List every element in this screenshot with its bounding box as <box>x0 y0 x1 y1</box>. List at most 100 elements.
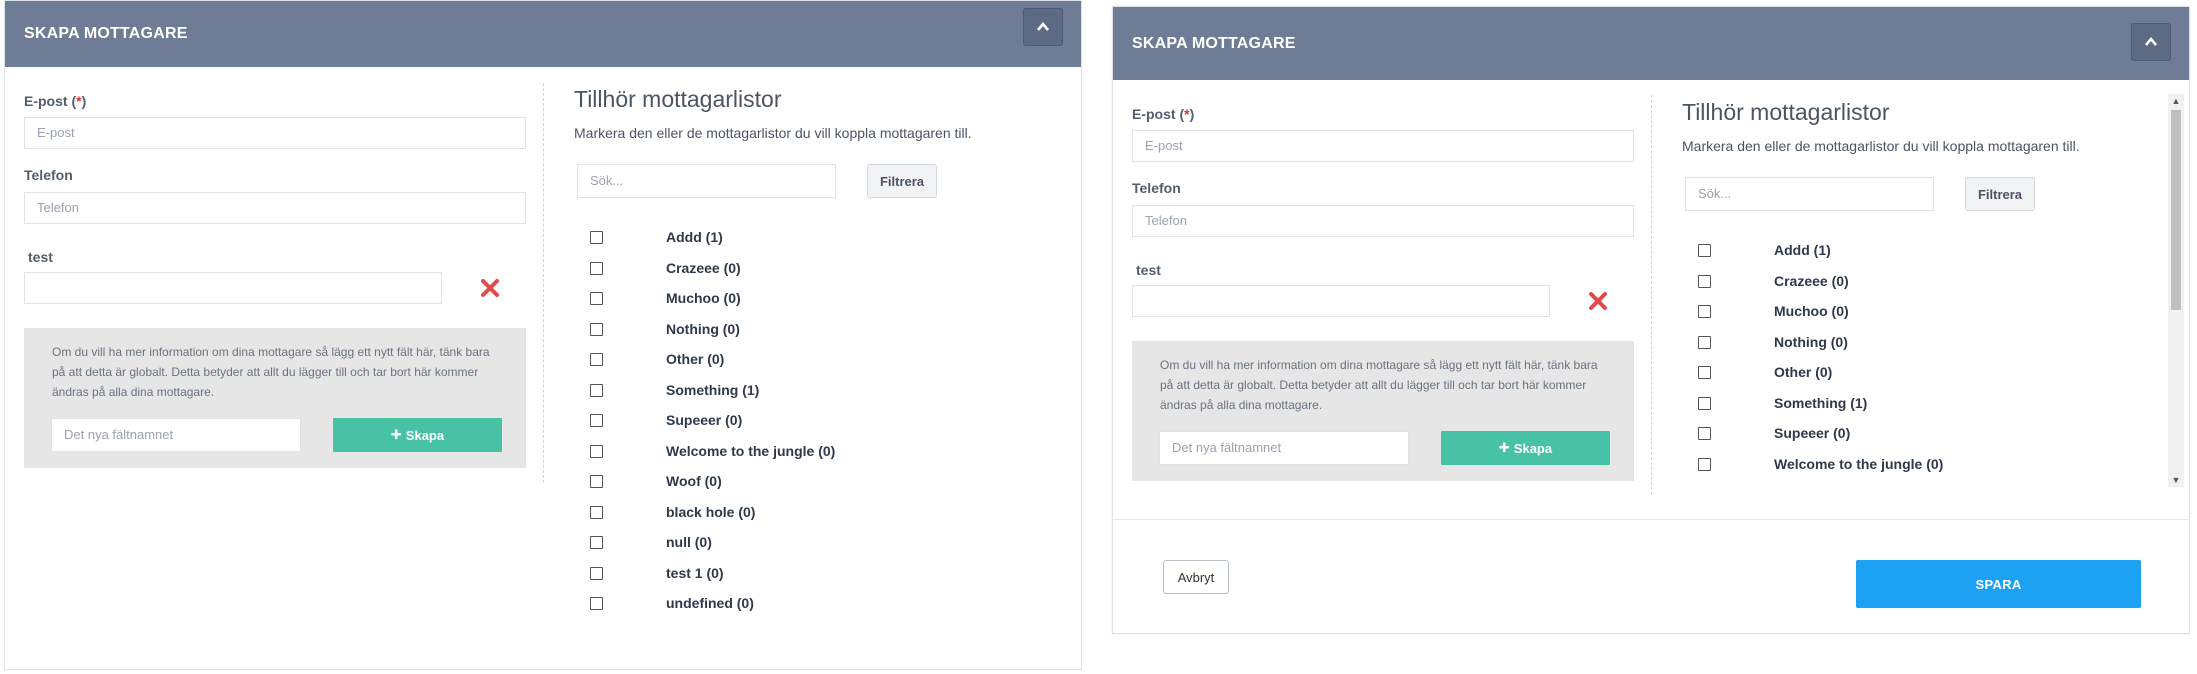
plus-icon: ✚ <box>1498 440 1510 455</box>
list-checkbox[interactable] <box>1698 396 1711 410</box>
list-checkbox[interactable] <box>590 444 603 458</box>
scroll-thumb[interactable] <box>2171 110 2181 310</box>
info-text: Om du vill ha mer information om dina mo… <box>1160 358 1598 412</box>
list-item[interactable]: Nothing (0) <box>590 320 990 351</box>
list-label: Crazeee (0) <box>666 259 741 276</box>
scrollbar[interactable]: ▲ ▼ <box>2168 94 2184 487</box>
email-label: E-post (*) <box>24 93 87 109</box>
list-item[interactable]: Other (0) <box>1698 363 2098 394</box>
search-input[interactable]: Sök... <box>1685 177 1934 211</box>
cancel-button[interactable]: Avbryt <box>1163 560 1229 594</box>
list-checkbox[interactable] <box>1698 366 1711 379</box>
list-checkbox[interactable] <box>590 475 603 488</box>
chevron-up-icon <box>2145 36 2157 46</box>
list-label: Welcome to the jungle (0) <box>666 442 836 459</box>
filter-button[interactable]: Filtrera <box>867 164 937 198</box>
list-checkbox[interactable] <box>590 566 603 580</box>
list-item[interactable]: null (0) <box>590 533 990 564</box>
list-checkbox[interactable] <box>590 536 603 549</box>
phone-field[interactable]: Telefon <box>1132 205 1634 237</box>
lists-subtitle: Markera den eller de mottagarlistor du v… <box>574 125 972 141</box>
list-item[interactable]: test 1 (0) <box>590 564 990 595</box>
panel-header: SKAPA MOTTAGARE <box>5 1 1081 67</box>
list-checkbox[interactable] <box>1698 335 1711 349</box>
list-item[interactable]: Woof (0) <box>590 472 990 503</box>
lists-title: Tillhör mottagarlistor <box>1682 99 1890 125</box>
filter-button[interactable]: Filtrera <box>1965 177 2035 211</box>
list-label: Crazeee (0) <box>1774 272 1849 289</box>
create-recipient-panel: SKAPA MOTTAGARE E-post (*) E-post Telefo… <box>4 0 1082 670</box>
recipient-lists: Addd (1) Crazeee (0) Muchoo (0) Nothing (0)… <box>1698 241 2098 485</box>
list-item[interactable]: Welcome to the jungle (0) <box>590 442 990 473</box>
list-checkbox[interactable] <box>590 353 603 366</box>
custom-field-label: test <box>28 249 53 265</box>
list-checkbox[interactable] <box>590 292 603 305</box>
collapse-button[interactable] <box>1023 8 1063 46</box>
list-label: Nothing (0) <box>1774 333 1848 350</box>
lists-title: Tillhör mottagarlistor <box>574 86 782 112</box>
list-label: Muchoo (0) <box>666 290 741 306</box>
create-field-button[interactable]: ✚ Skapa <box>1441 431 1610 465</box>
list-label: null (0) <box>666 534 712 550</box>
column-divider <box>543 83 544 483</box>
delete-field-icon[interactable] <box>479 277 501 299</box>
footer-divider <box>1113 519 2189 520</box>
delete-field-icon[interactable] <box>1587 290 1609 312</box>
list-label: test 1 (0) <box>666 564 724 581</box>
list-checkbox[interactable] <box>590 505 603 519</box>
list-item[interactable]: Crazeee (0) <box>590 259 990 290</box>
list-label: Something (1) <box>666 381 760 398</box>
save-button[interactable]: SPARA <box>1856 560 2141 608</box>
list-item[interactable]: Nothing (0) <box>1698 333 2098 364</box>
list-item[interactable]: Addd (1) <box>590 228 990 259</box>
collapse-button[interactable] <box>2131 23 2171 61</box>
list-checkbox[interactable] <box>590 322 603 336</box>
list-label: black hole (0) <box>666 503 756 520</box>
list-item[interactable]: Supeeer (0) <box>590 411 990 442</box>
list-checkbox[interactable] <box>590 597 603 610</box>
list-item[interactable]: Something (1) <box>590 381 990 412</box>
list-checkbox[interactable] <box>1698 274 1711 288</box>
list-label: Other (0) <box>1774 364 1833 380</box>
new-field-name-input[interactable]: Det nya fältnamnet <box>1159 431 1409 465</box>
list-checkbox[interactable] <box>1698 427 1711 440</box>
phone-field[interactable]: Telefon <box>24 192 526 224</box>
list-label: Supeeer (0) <box>666 412 743 428</box>
new-field-name-input[interactable]: Det nya fältnamnet <box>51 418 301 452</box>
list-item[interactable]: black hole (0) <box>590 503 990 534</box>
info-box: Om du vill ha mer information om dina mo… <box>1132 341 1634 481</box>
list-item[interactable]: Muchoo (0) <box>590 289 990 320</box>
list-checkbox[interactable] <box>1698 305 1711 318</box>
list-label: Something (1) <box>1774 394 1868 411</box>
email-field[interactable]: E-post <box>1132 130 1634 162</box>
info-text: Om du vill ha mer information om dina mo… <box>52 345 490 399</box>
list-item[interactable]: Crazeee (0) <box>1698 272 2098 303</box>
panel-title: SKAPA MOTTAGARE <box>24 25 188 42</box>
list-item[interactable]: Supeeer (0) <box>1698 424 2098 455</box>
scroll-up-icon[interactable]: ▲ <box>2171 96 2181 106</box>
list-checkbox[interactable] <box>1698 457 1711 471</box>
custom-field-input[interactable] <box>1132 285 1550 317</box>
custom-field-input[interactable] <box>24 272 442 304</box>
list-checkbox[interactable] <box>590 261 603 275</box>
create-field-button[interactable]: ✚ Skapa <box>333 418 502 452</box>
list-item[interactable]: undefined (0) <box>590 594 990 625</box>
list-item[interactable]: Welcome to the jungle (0) <box>1698 455 2098 486</box>
list-checkbox[interactable] <box>590 231 603 244</box>
panel-header: SKAPA MOTTAGARE <box>1113 7 2189 80</box>
panel-title: SKAPA MOTTAGARE <box>1132 34 1296 52</box>
list-checkbox[interactable] <box>590 383 603 397</box>
list-checkbox[interactable] <box>590 414 603 427</box>
info-box: Om du vill ha mer information om dina mo… <box>24 328 526 468</box>
list-item[interactable]: Muchoo (0) <box>1698 302 2098 333</box>
create-recipient-panel: SKAPA MOTTAGARE E-post (*) E-post Telefo… <box>1112 6 2190 634</box>
list-item[interactable]: Something (1) <box>1698 394 2098 425</box>
list-checkbox[interactable] <box>1698 244 1711 257</box>
email-label: E-post (*) <box>1132 106 1195 122</box>
list-label: Muchoo (0) <box>1774 303 1849 319</box>
search-input[interactable]: Sök... <box>577 164 836 198</box>
list-item[interactable]: Addd (1) <box>1698 241 2098 272</box>
email-field[interactable]: E-post <box>24 117 526 149</box>
scroll-down-icon[interactable]: ▼ <box>2171 475 2181 485</box>
list-item[interactable]: Other (0) <box>590 350 990 381</box>
